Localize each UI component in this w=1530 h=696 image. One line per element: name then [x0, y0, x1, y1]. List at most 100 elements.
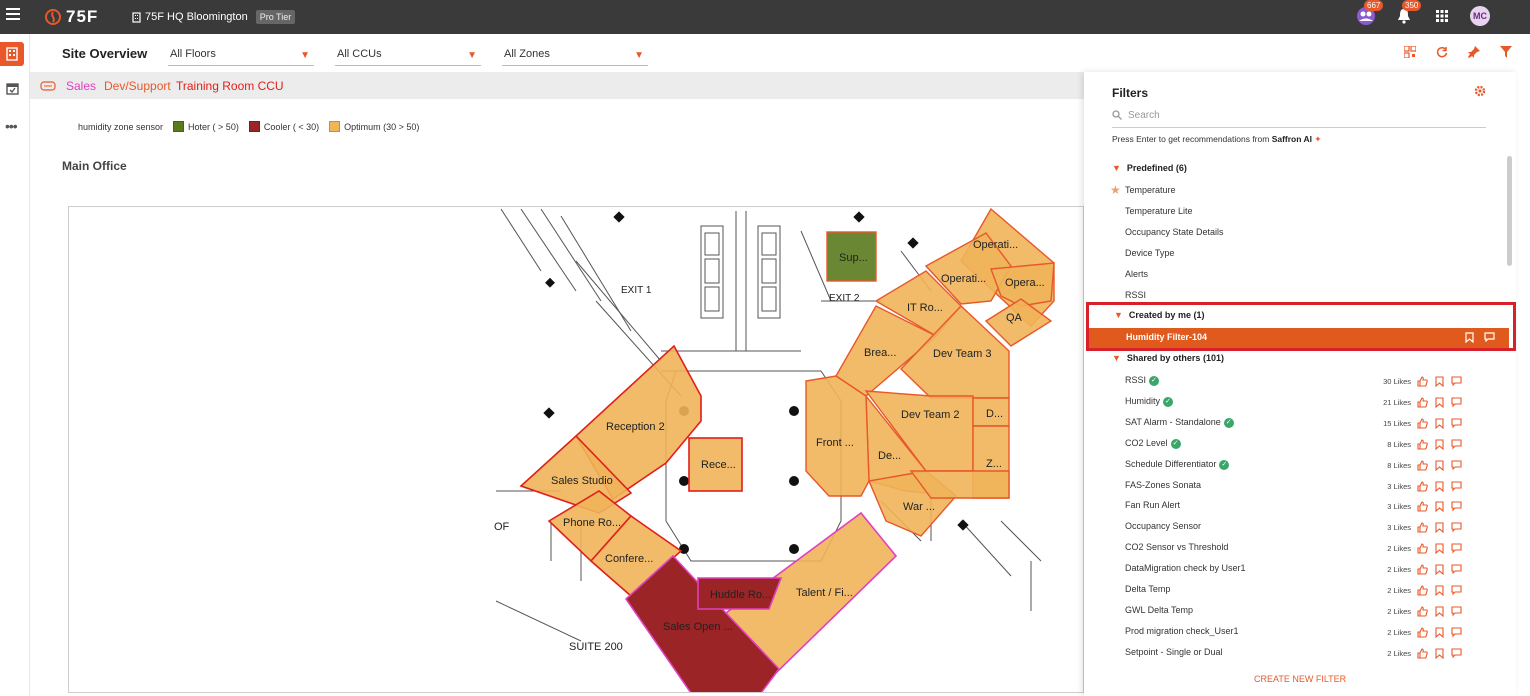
shared-filter-item[interactable]: Prod migration check_User1 [1125, 626, 1239, 636]
ccu-item-training-room[interactable]: Training Room CCU [176, 79, 284, 93]
predefined-item[interactable]: Alerts [1125, 269, 1148, 279]
filters-panel: Filters Search Press Enter to get recomm… [1084, 72, 1516, 696]
thumbs-up-icon[interactable] [1417, 460, 1428, 471]
create-new-filter-button[interactable]: CREATE NEW FILTER [1254, 674, 1346, 684]
more-options-icon[interactable]: ••• [5, 118, 18, 134]
floor-plan[interactable]: EXIT 1 EXIT 2 SUITE 200 OF Sup... Operat… [68, 206, 1084, 693]
apps-button[interactable] [1432, 4, 1452, 28]
thumbs-up-icon[interactable] [1417, 501, 1428, 512]
ccu-item-dev-support[interactable]: Dev/Support [104, 79, 171, 93]
floors-dropdown[interactable]: All Floors ▼ [168, 48, 314, 66]
shared-filter-item[interactable]: Occupancy Sensor [1125, 521, 1201, 531]
refresh-icon[interactable] [1436, 46, 1448, 58]
thumbs-up-icon[interactable] [1417, 564, 1428, 575]
bookmark-icon[interactable] [1434, 418, 1445, 429]
pin-icon[interactable] [1468, 46, 1480, 58]
zone-label-reception-2: Reception 2 [606, 421, 665, 433]
ccu-device-icon [40, 81, 56, 91]
shared-filter-item[interactable]: RSSI ✓ [1125, 375, 1160, 386]
thumbs-up-icon[interactable] [1417, 418, 1428, 429]
grid-icon [1436, 10, 1448, 22]
comment-icon[interactable] [1451, 522, 1462, 533]
shared-filter-item[interactable]: CO2 Sensor vs Threshold [1125, 542, 1228, 552]
thumbs-up-icon[interactable] [1417, 481, 1428, 492]
site-selector[interactable]: 75F HQ Bloomington Pro Tier [132, 10, 296, 24]
bookmark-icon[interactable] [1434, 376, 1445, 387]
comment-icon[interactable] [1451, 648, 1462, 659]
avatar[interactable]: MC [1470, 6, 1490, 26]
bookmark-icon[interactable] [1434, 501, 1445, 512]
notifications-button[interactable]: 350 [1394, 0, 1422, 28]
shared-filter-item[interactable]: Delta Temp [1125, 584, 1170, 594]
shared-filter-item[interactable]: CO2 Level ✓ [1125, 438, 1181, 449]
bookmark-icon[interactable] [1434, 627, 1445, 638]
nav-site-overview[interactable] [0, 42, 24, 66]
comment-icon[interactable] [1451, 564, 1462, 575]
comment-icon[interactable] [1451, 418, 1462, 429]
gear-icon[interactable] [1474, 85, 1486, 97]
shared-filter-item[interactable]: GWL Delta Temp [1125, 605, 1193, 615]
shared-filter-item[interactable]: Setpoint - Single or Dual [1125, 647, 1223, 657]
filter-icon[interactable] [1500, 46, 1512, 58]
predefined-item[interactable]: Device Type [1125, 248, 1174, 258]
predefined-header[interactable]: ▼ Predefined (6) [1112, 163, 1187, 173]
shared-filter-item[interactable]: DataMigration check by User1 [1125, 563, 1246, 573]
predefined-item[interactable]: ★ Temperature [1110, 183, 1176, 197]
exit-1-label: EXIT 1 [621, 285, 652, 296]
filters-search-input[interactable]: Search [1112, 108, 1486, 128]
logo-mark-icon [45, 9, 61, 25]
verified-check-icon: ✓ [1149, 375, 1160, 386]
bookmark-icon[interactable] [1434, 585, 1445, 596]
predefined-item[interactable]: Occupancy State Details [1125, 227, 1224, 237]
bookmark-icon[interactable] [1434, 564, 1445, 575]
bookmark-icon[interactable] [1434, 460, 1445, 471]
shared-filter-item[interactable]: Humidity ✓ [1125, 396, 1174, 407]
shared-filter-label: CO2 Level [1125, 438, 1168, 448]
bookmark-icon[interactable] [1434, 606, 1445, 617]
comment-icon[interactable] [1451, 585, 1462, 596]
ccu-item-sales[interactable]: Sales [66, 79, 96, 93]
thumbs-up-icon[interactable] [1417, 627, 1428, 638]
shared-filter-item[interactable]: Fan Run Alert [1125, 500, 1180, 510]
thumbs-up-icon[interactable] [1417, 543, 1428, 554]
shared-filter-item[interactable]: SAT Alarm - Standalone ✓ [1125, 417, 1234, 428]
bookmark-icon[interactable] [1434, 481, 1445, 492]
logo[interactable]: 75F [44, 7, 98, 27]
bookmark-icon[interactable] [1434, 543, 1445, 554]
comment-icon[interactable] [1451, 543, 1462, 554]
thumbs-up-icon[interactable] [1417, 439, 1428, 450]
comment-icon[interactable] [1451, 439, 1462, 450]
shared-filter-item[interactable]: FAS-Zones Sonata [1125, 480, 1201, 490]
zones-dropdown[interactable]: All Zones ▼ [502, 48, 648, 66]
bookmark-icon[interactable] [1434, 648, 1445, 659]
comment-icon[interactable] [1451, 627, 1462, 638]
comment-icon[interactable] [1451, 606, 1462, 617]
nav-schedule[interactable] [6, 82, 19, 100]
bookmark-icon[interactable] [1434, 522, 1445, 533]
shared-header[interactable]: ▼ Shared by others (101) [1112, 353, 1224, 363]
bookmark-icon[interactable] [1434, 439, 1445, 450]
thumbs-up-icon[interactable] [1417, 376, 1428, 387]
qr-code-icon[interactable] [1404, 46, 1416, 58]
comment-icon[interactable] [1451, 460, 1462, 471]
zone-front[interactable] [805, 375, 870, 497]
predefined-item[interactable]: Temperature Lite [1125, 206, 1193, 216]
menu-icon[interactable] [6, 8, 20, 22]
people-button[interactable]: 667 [1356, 0, 1384, 28]
thumbs-up-icon[interactable] [1417, 397, 1428, 408]
comment-icon[interactable] [1451, 501, 1462, 512]
thumbs-up-icon[interactable] [1417, 585, 1428, 596]
comment-icon[interactable] [1451, 397, 1462, 408]
thumbs-up-icon[interactable] [1417, 648, 1428, 659]
predefined-item-label: Occupancy State Details [1125, 227, 1224, 237]
ccus-dropdown[interactable]: All CCUs ▼ [335, 48, 481, 66]
predefined-item[interactable]: RSSI [1125, 290, 1146, 300]
panel-scrollbar[interactable] [1507, 156, 1512, 266]
comment-icon[interactable] [1451, 376, 1462, 387]
shared-filter-item[interactable]: Schedule Differentiator ✓ [1125, 459, 1230, 470]
bookmark-icon[interactable] [1434, 397, 1445, 408]
thumbs-up-icon[interactable] [1417, 606, 1428, 617]
likes-count: 2 Likes [1387, 586, 1411, 595]
thumbs-up-icon[interactable] [1417, 522, 1428, 533]
comment-icon[interactable] [1451, 481, 1462, 492]
